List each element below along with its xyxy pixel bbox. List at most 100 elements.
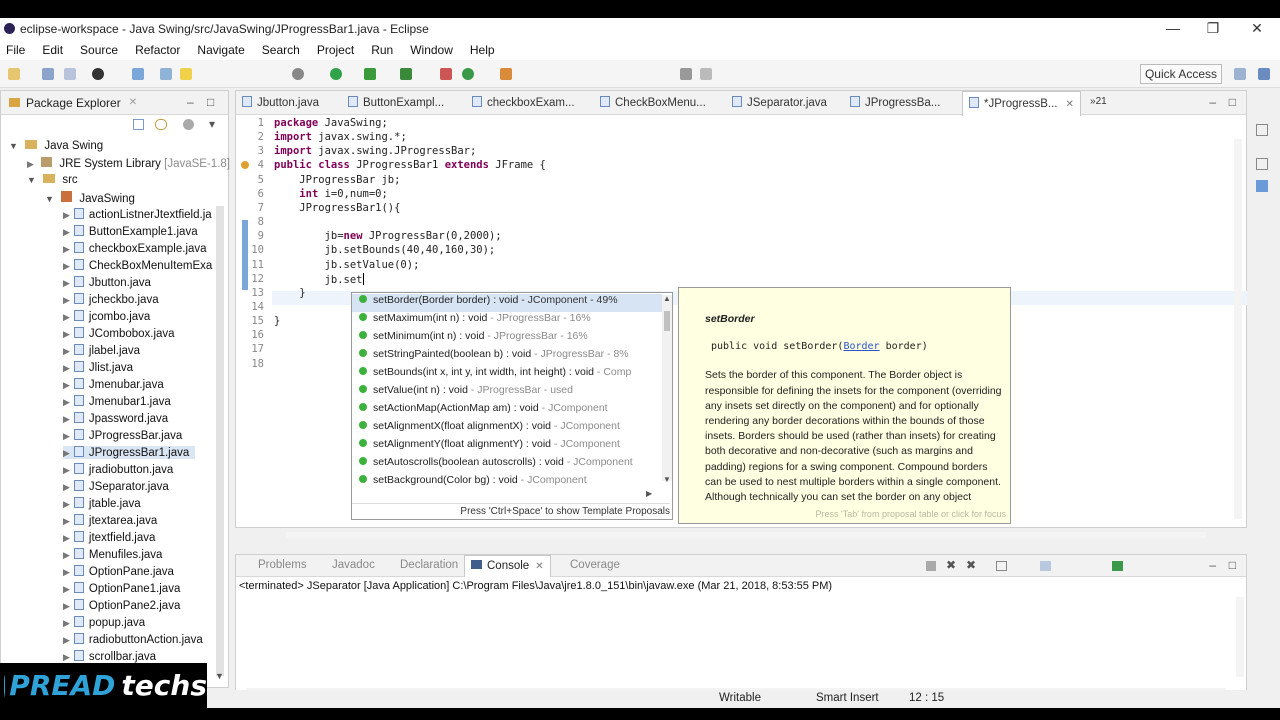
expand-arrow-icon[interactable]: ▶ (63, 618, 70, 628)
code-line[interactable]: import javax.swing.*; (274, 131, 407, 145)
expand-arrow-icon[interactable]: ▶ (63, 414, 70, 424)
code-line[interactable]: package JavaSwing; (274, 117, 388, 131)
tree-file[interactable]: ▶ popup.java (63, 616, 151, 629)
pin-console-icon[interactable] (1040, 561, 1051, 571)
tree-file[interactable]: ▶ ButtonExample1.java (63, 225, 204, 238)
code-line[interactable]: jb=new JProgressBar(0,2000); (274, 230, 502, 244)
close-tab-icon[interactable]: ✕ (1066, 99, 1074, 110)
tab-problems[interactable]: Problems (258, 559, 307, 571)
tree-file[interactable]: ▶ jradiobutton.java (63, 463, 179, 476)
new-class-icon[interactable] (462, 68, 474, 80)
expand-arrow-icon[interactable]: ▶ (63, 448, 70, 458)
expand-arrow-icon[interactable]: ▶ (63, 516, 70, 526)
tree-file[interactable]: ▶ OptionPane1.java (63, 582, 186, 595)
save-all-icon[interactable] (64, 68, 76, 80)
tab-declaration[interactable]: Declaration (400, 559, 458, 571)
expand-arrow-icon[interactable]: ▶ (63, 465, 70, 475)
editor-hscrollbar[interactable] (286, 532, 1206, 538)
quick-access-field[interactable]: Quick Access (1139, 64, 1222, 84)
view-menu-icon[interactable]: ▾ (209, 117, 215, 131)
open-perspective-icon[interactable] (1234, 68, 1246, 80)
scroll-lock-icon[interactable] (996, 561, 1007, 571)
code-line[interactable]: } (274, 287, 305, 301)
expand-arrow-icon[interactable]: ▶ (63, 261, 70, 271)
proposal-item[interactable]: setAlignmentX(float alignmentX) : void -… (352, 420, 662, 438)
tree-scrollbar[interactable] (216, 206, 224, 676)
expand-arrow-icon[interactable]: ▶ (27, 159, 34, 169)
code-line[interactable]: } (274, 315, 280, 329)
menu-search[interactable]: Search (262, 43, 300, 57)
expand-arrow-icon[interactable]: ▶ (63, 584, 70, 594)
menu-refactor[interactable]: Refactor (135, 43, 180, 57)
expand-arrow-icon[interactable]: ▶ (63, 210, 70, 220)
collapse-arrow-icon[interactable]: ▼ (45, 194, 54, 204)
tree-file[interactable]: ▶ actionListnerJtextfield.ja (63, 208, 218, 221)
expand-arrow-icon[interactable]: ▶ (63, 346, 70, 356)
code-line[interactable]: jb.setValue(0); (274, 259, 420, 273)
highlight-icon[interactable] (180, 68, 192, 80)
expand-arrow-icon[interactable]: ▶ (63, 652, 70, 662)
expand-arrow-icon[interactable]: ▶ (63, 533, 70, 543)
doc-border-link[interactable]: Border (843, 341, 879, 352)
console-output[interactable]: <terminated> JSeparator [Java Applicatio… (239, 580, 832, 592)
tree-file[interactable]: ▶ checkboxExample.java (63, 242, 213, 255)
collapse-arrow-icon[interactable]: ▼ (27, 175, 36, 185)
expand-arrow-icon[interactable]: ▶ (63, 499, 70, 509)
menu-help[interactable]: Help (470, 43, 495, 57)
proposal-item[interactable]: setBounds(int x, int y, int width, int h… (352, 366, 662, 384)
tree-file[interactable]: ▶ OptionPane2.java (63, 599, 186, 612)
back-icon[interactable] (680, 68, 692, 80)
remove-all-icon[interactable]: ✖ (966, 558, 976, 572)
focus-icon[interactable] (183, 119, 194, 130)
scroll-down-icon[interactable]: ▼ (663, 475, 671, 484)
save-icon[interactable] (42, 68, 54, 80)
search-icon[interactable] (500, 68, 512, 80)
close-console-icon[interactable]: ✕ (535, 561, 543, 572)
outline-icon[interactable] (1256, 124, 1268, 136)
maximize-view-icon[interactable]: □ (207, 95, 214, 109)
expand-arrow-icon[interactable]: ▶ (63, 278, 70, 288)
tree-file[interactable]: ▶ Jmenubar.java (63, 378, 170, 391)
open-type-icon[interactable] (160, 68, 172, 80)
expand-arrow-icon[interactable]: ▶ (63, 431, 70, 441)
menu-file[interactable]: File (6, 43, 25, 57)
tree-file[interactable]: ▶ jlabel.java (63, 344, 146, 357)
tab-checkboxmenu[interactable]: CheckBoxMenu... (600, 96, 706, 109)
minimize-editor-icon[interactable]: – (1209, 95, 1216, 109)
code-line[interactable]: import javax.swing.JProgressBar; (274, 145, 476, 159)
java-perspective-icon[interactable] (1258, 68, 1270, 80)
tree-file[interactable]: ▶ Jbutton.java (63, 276, 157, 289)
tree-file[interactable]: ▶ jcheckbo.java (63, 293, 165, 306)
proposal-item[interactable]: setValue(int n) : void - JProgressBar - … (352, 384, 662, 402)
gear-icon[interactable] (292, 68, 304, 80)
code-line[interactable]: JProgressBar jb; (274, 174, 400, 188)
tree-file[interactable]: ▶ Menufiles.java (63, 548, 168, 561)
menu-window[interactable]: Window (410, 43, 453, 57)
expand-arrow-icon[interactable]: ▶ (63, 567, 70, 577)
proposal-item[interactable]: setBackground(Color bg) : void - JCompon… (352, 474, 662, 492)
expand-arrow-icon[interactable]: ▶ (63, 329, 70, 339)
expand-arrow-icon[interactable]: ▶ (63, 227, 70, 237)
tab-checkboxexample[interactable]: checkboxExam... (472, 96, 575, 109)
hierarchy-icon[interactable] (1256, 180, 1268, 192)
task-list-icon[interactable] (1256, 158, 1268, 170)
scroll-right-icon[interactable]: ▶ (646, 489, 652, 498)
code-line[interactable]: public class JProgressBar1 extends JFram… (274, 159, 546, 173)
hidden-tabs-count[interactable]: »21 (1090, 96, 1107, 107)
remove-launch-icon[interactable]: ✖ (946, 558, 956, 572)
menu-project[interactable]: Project (317, 43, 354, 57)
tree-jre[interactable]: ▶ JRE System Library [JavaSE-1.8] (27, 157, 230, 170)
skip-breakpoints-icon[interactable] (132, 68, 144, 80)
tab-coverage[interactable]: Coverage (570, 559, 620, 571)
proposal-item[interactable]: setAutoscrolls(boolean autoscrolls) : vo… (352, 456, 662, 474)
tree-file[interactable]: ▶ OptionPane.java (63, 565, 180, 578)
expand-arrow-icon[interactable]: ▶ (63, 397, 70, 407)
tab-jprogressbar1-active[interactable]: *JProgressB... ✕ (962, 91, 1081, 116)
tree-file[interactable]: ▶ JCombobox.java (63, 327, 181, 340)
minimize-console-icon[interactable]: – (1209, 558, 1216, 572)
tab-console[interactable]: Console ✕ (464, 555, 551, 577)
tab-javadoc[interactable]: Javadoc (332, 559, 375, 571)
tree-file[interactable]: ▶ scrollbar.java (63, 650, 162, 663)
tree-file[interactable]: ▶ Jlist.java (63, 361, 139, 374)
expand-arrow-icon[interactable]: ▶ (63, 482, 70, 492)
